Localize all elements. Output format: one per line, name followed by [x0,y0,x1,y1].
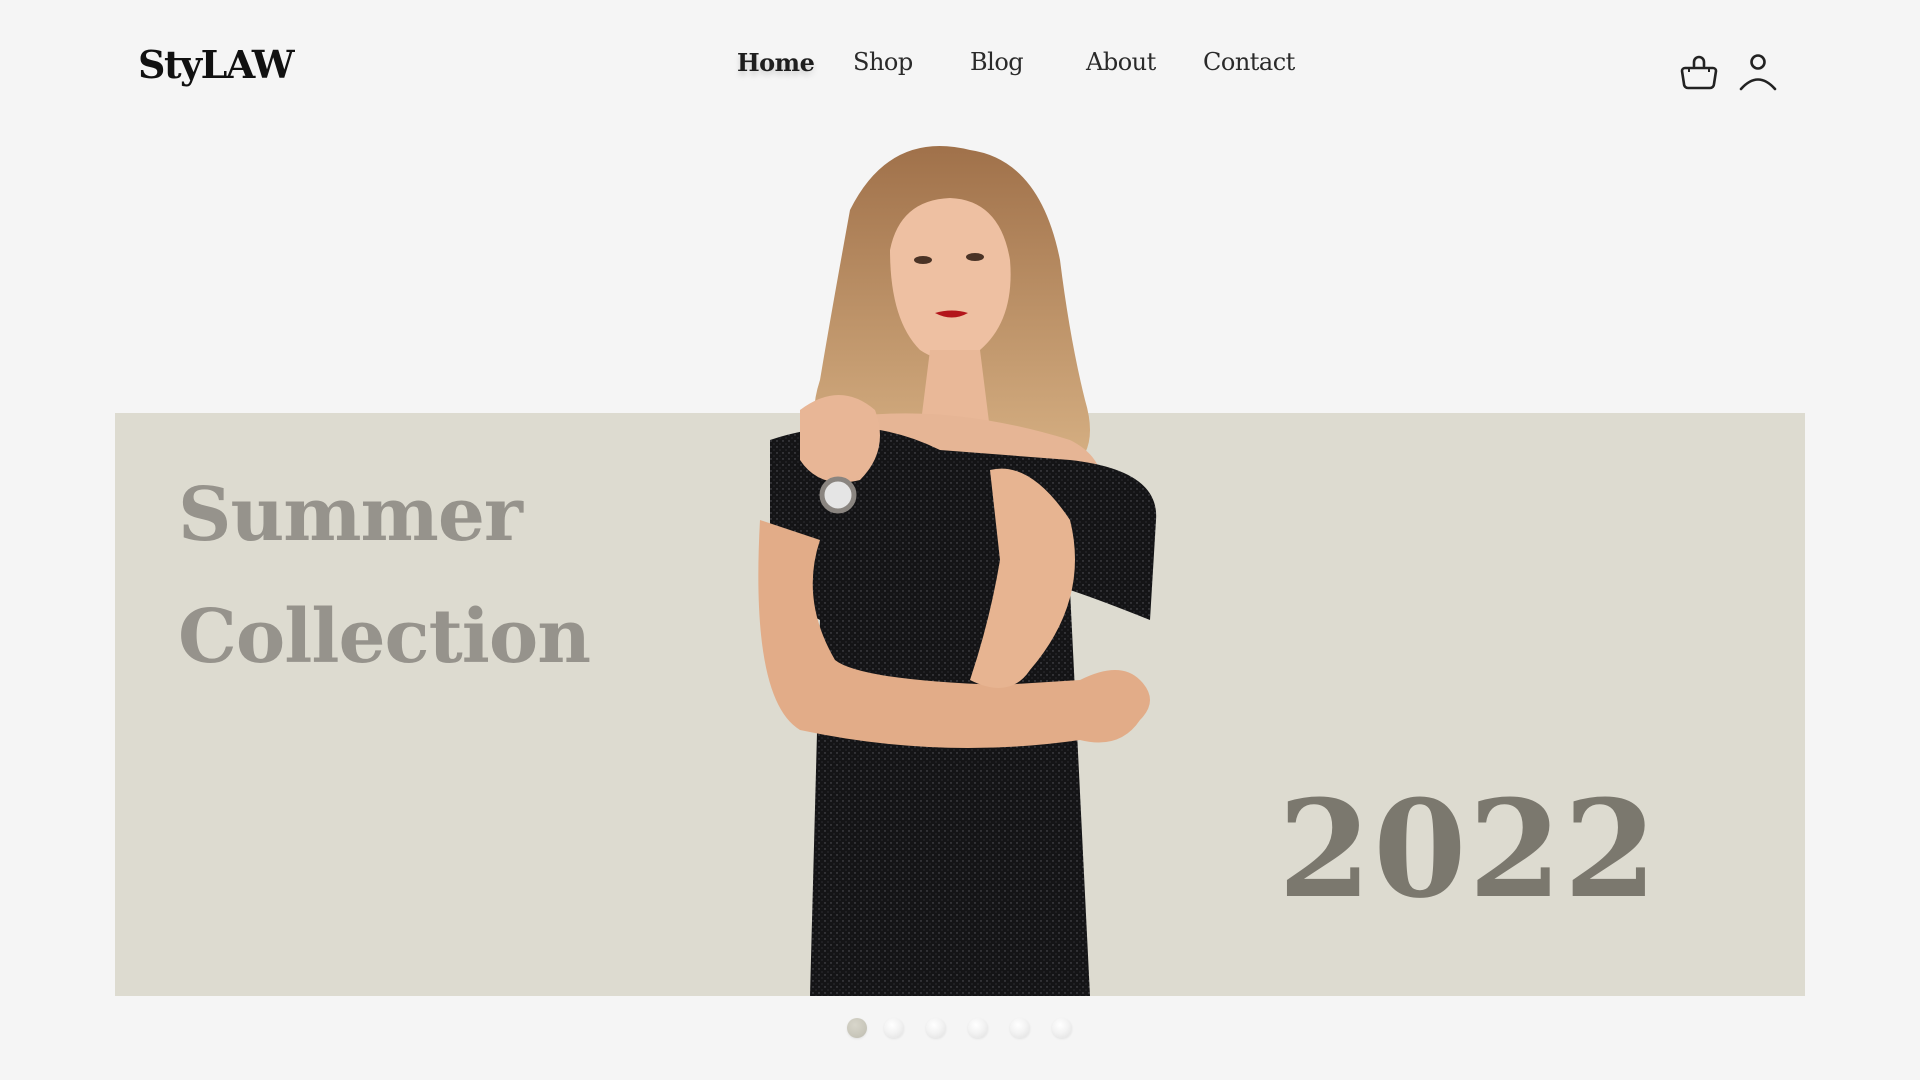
hero-year: 2022 [1278,770,1659,928]
nav-contact[interactable]: Contact [1203,48,1295,76]
carousel-dot[interactable] [884,1018,904,1038]
carousel-dot[interactable] [1010,1018,1030,1038]
main-nav: Home Shop Blog About Contact [0,48,1920,88]
account-button[interactable] [1736,48,1780,96]
carousel-dot[interactable] [968,1018,988,1038]
cart-button[interactable] [1677,48,1721,96]
carousel-pagination [0,1018,1920,1040]
user-icon [1739,54,1777,91]
nav-home[interactable]: Home [737,48,815,77]
carousel-dot[interactable] [847,1018,867,1038]
carousel-dot[interactable] [1052,1018,1072,1038]
carousel-dot[interactable] [926,1018,946,1038]
nav-shop[interactable]: Shop [853,48,913,76]
shopping-bag-icon [1680,55,1718,90]
hero-title-line1: Summer [178,472,523,558]
nav-about[interactable]: About [1086,48,1156,76]
hero-model-image [740,140,1180,997]
hero-title-line2: Collection [178,594,591,680]
nav-blog[interactable]: Blog [970,48,1024,76]
